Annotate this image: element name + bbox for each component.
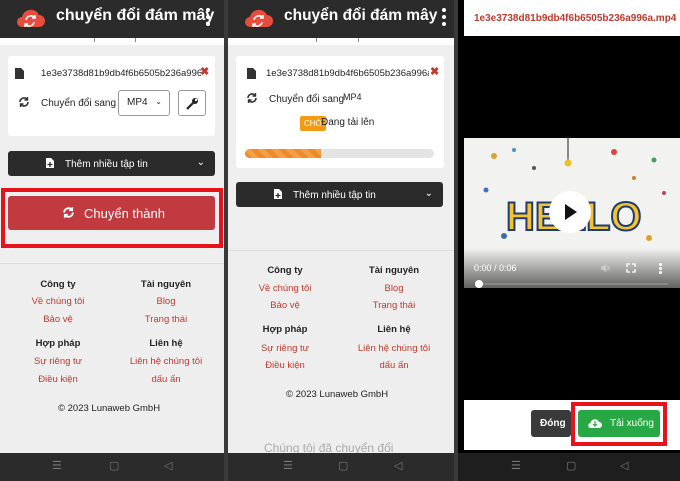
settings-wrench-button[interactable]	[178, 90, 206, 116]
copyright: © 2023 Lunaweb GmbH	[58, 403, 161, 414]
file-icon	[247, 68, 256, 79]
android-nav-bar: ☰ ▢ ◁	[0, 453, 224, 481]
wrench-icon	[186, 98, 198, 110]
footer-heading-contact: Liên hệ	[149, 338, 183, 349]
seek-bar[interactable]	[476, 283, 668, 285]
add-more-files-button[interactable]: Thêm nhiều tập tin ⌄	[8, 151, 215, 176]
file-name: 1e3e3738d81b9db4f6b6505b236a996a.mp4	[266, 68, 429, 79]
footer-link[interactable]: dấu ấn	[348, 360, 440, 371]
refresh-icon	[19, 97, 29, 107]
footer-link[interactable]: Blog	[354, 283, 434, 294]
app-header: chuyển đổi đám mây	[0, 0, 224, 38]
footer-heading-company: Công ty	[267, 265, 303, 276]
status-text: Đang tải lên	[321, 117, 375, 128]
file-name: 1e3e3738d81b9db4f6b6505b236a996a.mp4	[41, 68, 201, 79]
tabs-strip	[0, 38, 224, 45]
screen-uploading: chuyển đổi đám mây 1e3e3738d81b9db4f6b65…	[228, 0, 454, 481]
convert-to-label: Chuyển đổi sang	[269, 94, 345, 105]
video-time: 0:00 / 0:06	[474, 263, 517, 273]
cloud-logo-icon	[17, 9, 45, 27]
remove-file-icon[interactable]: ✖	[200, 65, 209, 78]
footer-link[interactable]: Bảo vệ	[247, 300, 323, 311]
menu-icon[interactable]: ☰	[283, 459, 293, 472]
format-value: MP4	[343, 92, 362, 102]
more-menu-icon[interactable]	[442, 8, 446, 29]
footer-link[interactable]: Về chúng tôi	[247, 283, 323, 294]
more-menu-icon[interactable]	[206, 8, 210, 29]
footer-heading-legal: Hợp pháp	[262, 324, 308, 335]
format-value: MP4	[127, 97, 148, 108]
fullscreen-icon[interactable]	[626, 263, 636, 273]
footer-heading-company: Công ty	[40, 279, 76, 290]
format-select[interactable]: MP4 ⌄	[118, 90, 170, 116]
footer-link[interactable]: Điều kiện	[247, 360, 323, 371]
chevron-down-icon: ⌄	[196, 157, 205, 168]
footer-link[interactable]: Trạng thái	[126, 314, 206, 325]
footer-link[interactable]: Liên hệ chúng tôi	[120, 356, 212, 367]
play-icon	[565, 204, 577, 220]
footer-heading-contact: Liên hệ	[377, 324, 411, 335]
add-more-files-label: Thêm nhiều tập tin	[293, 190, 376, 201]
cloud-logo-icon	[245, 9, 273, 27]
add-more-files-label: Thêm nhiều tập tin	[65, 159, 148, 170]
footer-link[interactable]: Sự riêng tư	[20, 356, 96, 367]
chevron-down-icon: ⌄	[155, 97, 162, 106]
home-icon[interactable]: ▢	[109, 459, 119, 472]
footer: Công ty Về chúng tôi Bảo vệ Tài nguyên B…	[0, 263, 224, 453]
brand-title: chuyển đổi đám mây	[284, 7, 438, 24]
footer-link[interactable]: Về chúng tôi	[20, 296, 96, 307]
brand-title: chuyển đổi đám mây	[56, 7, 215, 24]
convert-to-label: Chuyển đổi sang	[41, 98, 117, 109]
app-header: chuyển đổi đám mây	[228, 0, 454, 38]
chevron-down-icon: ⌄	[424, 188, 433, 199]
refresh-icon	[247, 93, 257, 103]
close-button[interactable]: Đóng	[531, 410, 571, 437]
file-card: 1e3e3738d81b9db4f6b6505b236a996a.mp4 ✖ C…	[8, 56, 215, 136]
back-icon[interactable]: ◁	[164, 459, 172, 472]
screen-convert-settings: chuyển đổi đám mây 1e3e3738d81b9db4f6b65…	[0, 0, 224, 481]
footer-link[interactable]: Liên hệ chúng tôi	[348, 343, 440, 354]
tabs-strip	[228, 38, 454, 45]
footer-link[interactable]: Blog	[126, 296, 206, 307]
android-nav-bar: ☰ ▢ ◁	[228, 453, 454, 481]
highlight-box	[571, 402, 667, 446]
seek-handle[interactable]	[475, 280, 483, 288]
back-icon[interactable]: ◁	[620, 459, 628, 472]
screen-download-dialog: 1e3e3738d81b9db4f6b6505b236a996a.mp4 HEL…	[458, 0, 680, 481]
footer-link[interactable]: Điều kiện	[20, 374, 96, 385]
copyright: © 2023 Lunaweb GmbH	[286, 389, 389, 400]
menu-icon[interactable]: ☰	[52, 459, 62, 472]
highlight-box	[1, 188, 223, 248]
dialog-file-name: 1e3e3738d81b9db4f6b6505b236a996a.mp4	[474, 13, 677, 24]
video-player[interactable]: HELLO 0:00 / 0:06	[464, 138, 680, 288]
footer-link[interactable]: Bảo vệ	[20, 314, 96, 325]
upload-progress-bar	[245, 149, 434, 158]
add-more-files-button[interactable]: Thêm nhiều tập tin ⌄	[236, 182, 443, 207]
footer-heading-resources: Tài nguyên	[140, 279, 192, 290]
mute-icon[interactable]	[600, 263, 610, 273]
file-plus-icon	[274, 189, 282, 199]
footer: Công ty Về chúng tôi Bảo vệ Tài nguyên B…	[228, 250, 454, 455]
file-plus-icon	[46, 158, 54, 168]
dialog-header: 1e3e3738d81b9db4f6b6505b236a996a.mp4	[464, 0, 680, 36]
footer-link[interactable]: Trạng thái	[354, 300, 434, 311]
file-icon	[15, 68, 24, 79]
menu-icon[interactable]: ☰	[511, 459, 521, 472]
home-icon[interactable]: ▢	[338, 459, 348, 472]
footer-heading-resources: Tài nguyên	[368, 265, 420, 276]
home-icon[interactable]: ▢	[566, 459, 576, 472]
back-icon[interactable]: ◁	[394, 459, 402, 472]
video-more-icon[interactable]	[659, 263, 662, 274]
android-nav-bar: ☰ ▢ ◁	[458, 453, 680, 481]
footer-heading-legal: Hợp pháp	[35, 338, 81, 349]
footer-link[interactable]: dấu ấn	[120, 374, 212, 385]
play-button[interactable]	[549, 191, 591, 233]
close-button-label: Đóng	[540, 418, 566, 429]
footer-link[interactable]: Sự riêng tư	[247, 343, 323, 354]
remove-file-icon[interactable]: ✖	[430, 65, 439, 78]
upload-progress-fill	[245, 149, 321, 158]
